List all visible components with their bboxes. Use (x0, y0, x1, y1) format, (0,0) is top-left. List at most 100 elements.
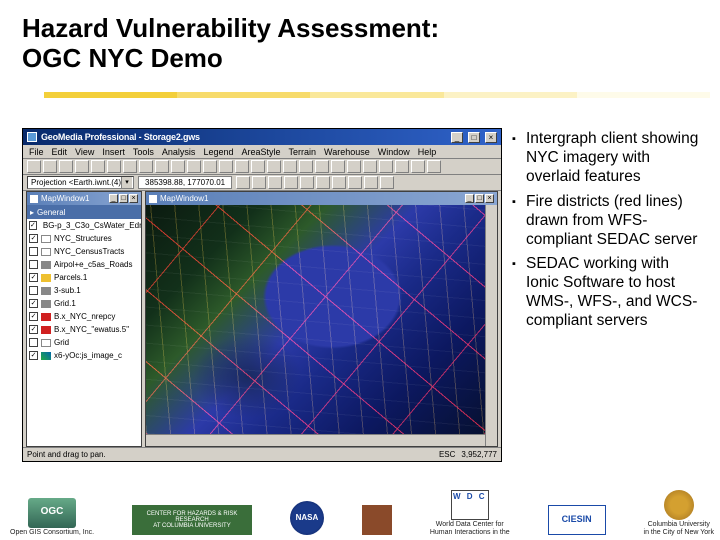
pane-close-button[interactable]: × (129, 194, 138, 203)
toolbar-button[interactable] (332, 176, 346, 189)
menu-tools[interactable]: Tools (133, 147, 154, 157)
work-area: MapWindow1 _ □ × ▸ General ✓ BG-p_3_C3o_C… (26, 191, 498, 447)
layer-name: B.x_NYC_nrepcy (54, 312, 115, 321)
layer-row[interactable]: ✓Parcels.1 (27, 271, 141, 284)
toolbar-button[interactable] (427, 160, 441, 173)
layer-checkbox[interactable] (29, 260, 38, 269)
toolbar-button[interactable] (411, 160, 425, 173)
toolbar-button[interactable] (252, 176, 266, 189)
layer-name: BG-p_3_C3o_CsWater_Edn:n.c2 (43, 221, 141, 230)
layer-checkbox[interactable]: ✓ (29, 351, 38, 360)
layer-row[interactable]: ✓Grid.1 (27, 297, 141, 310)
layer-checkbox[interactable]: ✓ (29, 325, 38, 334)
toolbar-button[interactable] (348, 176, 362, 189)
toolbar-button[interactable] (283, 160, 297, 173)
toolbar-button[interactable] (251, 160, 265, 173)
layer-checkbox[interactable]: ✓ (29, 234, 38, 243)
toolbar-button[interactable] (155, 160, 169, 173)
maximize-button[interactable]: □ (468, 132, 480, 143)
toolbar-button[interactable] (107, 160, 121, 173)
layer-checkbox[interactable] (29, 286, 38, 295)
toolbar-button[interactable] (395, 160, 409, 173)
menu-terrain[interactable]: Terrain (289, 147, 317, 157)
layer-row[interactable]: ✓x6-yOc:js_image_c (27, 349, 141, 362)
menu-file[interactable]: File (29, 147, 44, 157)
minimize-button[interactable]: _ (451, 132, 463, 143)
layer-row[interactable]: ✓ BG-p_3_C3o_CsWater_Edn:n.c2 (27, 219, 141, 232)
toolbar-button[interactable] (43, 160, 57, 173)
toolbar-button[interactable] (123, 160, 137, 173)
toolbar-button[interactable] (347, 160, 361, 173)
layer-row[interactable]: ✓ B.x_NYC_nrepcy (27, 310, 141, 323)
toolbar-button[interactable] (203, 160, 217, 173)
legend-pane-title: MapWindow1 _ □ × (27, 192, 141, 205)
menu-legend[interactable]: Legend (203, 147, 233, 157)
toolbar-button[interactable] (268, 176, 282, 189)
pane-close-button[interactable]: × (485, 194, 494, 203)
layer-name: Grid (54, 338, 69, 347)
pane-minimize-button[interactable]: _ (109, 194, 118, 203)
pane-minimize-button[interactable]: _ (465, 194, 474, 203)
toolbar-button[interactable] (284, 176, 298, 189)
projection-combo[interactable]: Projection <Earth.iwnt.(4) (27, 176, 134, 189)
toolbar-button[interactable] (364, 176, 378, 189)
layer-name: 3-sub.1 (54, 286, 81, 295)
vertical-scrollbar[interactable] (485, 205, 497, 446)
layer-row[interactable]: ✓B.x_NYC_"ewatus.5" (27, 323, 141, 336)
menu-analysis[interactable]: Analysis (162, 147, 196, 157)
layer-row[interactable]: 3-sub.1 (27, 284, 141, 297)
layer-row[interactable]: ✓NYC_Structures (27, 232, 141, 245)
toolbar-button[interactable] (299, 160, 313, 173)
toolbar-button[interactable] (27, 160, 41, 173)
layer-swatch (41, 339, 51, 347)
layer-checkbox[interactable] (29, 338, 38, 347)
pane-maximize-button[interactable]: □ (475, 194, 484, 203)
menu-insert[interactable]: Insert (102, 147, 125, 157)
toolbar-button[interactable] (187, 160, 201, 173)
toolbar-button[interactable] (75, 160, 89, 173)
horizontal-scrollbar[interactable] (146, 434, 485, 446)
toolbar-button[interactable] (300, 176, 314, 189)
menu-warehouse[interactable]: Warehouse (324, 147, 370, 157)
menu-edit[interactable]: Edit (52, 147, 68, 157)
map-pane-title: MapWindow1 _ □ × (146, 192, 497, 205)
layer-row[interactable]: Grid (27, 336, 141, 349)
toolbar-button[interactable] (316, 176, 330, 189)
toolbar-button[interactable] (331, 160, 345, 173)
toolbar-button[interactable] (267, 160, 281, 173)
layer-checkbox[interactable]: ✓ (29, 221, 37, 230)
wdc-caption2: Human Interactions in the (430, 529, 510, 536)
layer-name: Airpol+e_c5as_Roads (54, 260, 133, 269)
toolbar-button[interactable] (363, 160, 377, 173)
legend-group-header[interactable]: ▸ General (27, 205, 141, 219)
ogc-caption: Open GIS Consortium, Inc. (10, 529, 94, 536)
close-button[interactable]: × (485, 132, 497, 143)
layer-row[interactable]: NYC_CensusTracts (27, 245, 141, 258)
toolbar-button[interactable] (171, 160, 185, 173)
toolbar-button[interactable] (380, 176, 394, 189)
bullet-marker-icon: ▪ (512, 193, 526, 250)
legend-pane: MapWindow1 _ □ × ▸ General ✓ BG-p_3_C3o_C… (26, 191, 142, 447)
layer-row[interactable]: Airpol+e_c5as_Roads (27, 258, 141, 271)
toolbar-button[interactable] (379, 160, 393, 173)
layer-checkbox[interactable]: ✓ (29, 299, 38, 308)
toolbar-button[interactable] (139, 160, 153, 173)
menu-areastyle[interactable]: AreaStyle (241, 147, 280, 157)
map-canvas[interactable] (146, 205, 485, 434)
geomedia-window: GeoMedia Professional - Storage2.gws _ □… (22, 128, 502, 462)
toolbar-button[interactable] (315, 160, 329, 173)
toolbar-button[interactable] (59, 160, 73, 173)
toolbar-button[interactable] (235, 160, 249, 173)
toolbar-button[interactable] (219, 160, 233, 173)
menu-view[interactable]: View (75, 147, 94, 157)
toolbar-button[interactable] (91, 160, 105, 173)
menu-window[interactable]: Window (378, 147, 410, 157)
toolbar-button[interactable] (236, 176, 250, 189)
layer-checkbox[interactable]: ✓ (29, 312, 38, 321)
layer-checkbox[interactable]: ✓ (29, 273, 38, 282)
menu-help[interactable]: Help (418, 147, 437, 157)
pane-maximize-button[interactable]: □ (119, 194, 128, 203)
columbia-caption1: Columbia University (648, 521, 710, 528)
window-title: GeoMedia Professional - Storage2.gws (41, 132, 446, 142)
layer-checkbox[interactable] (29, 247, 38, 256)
